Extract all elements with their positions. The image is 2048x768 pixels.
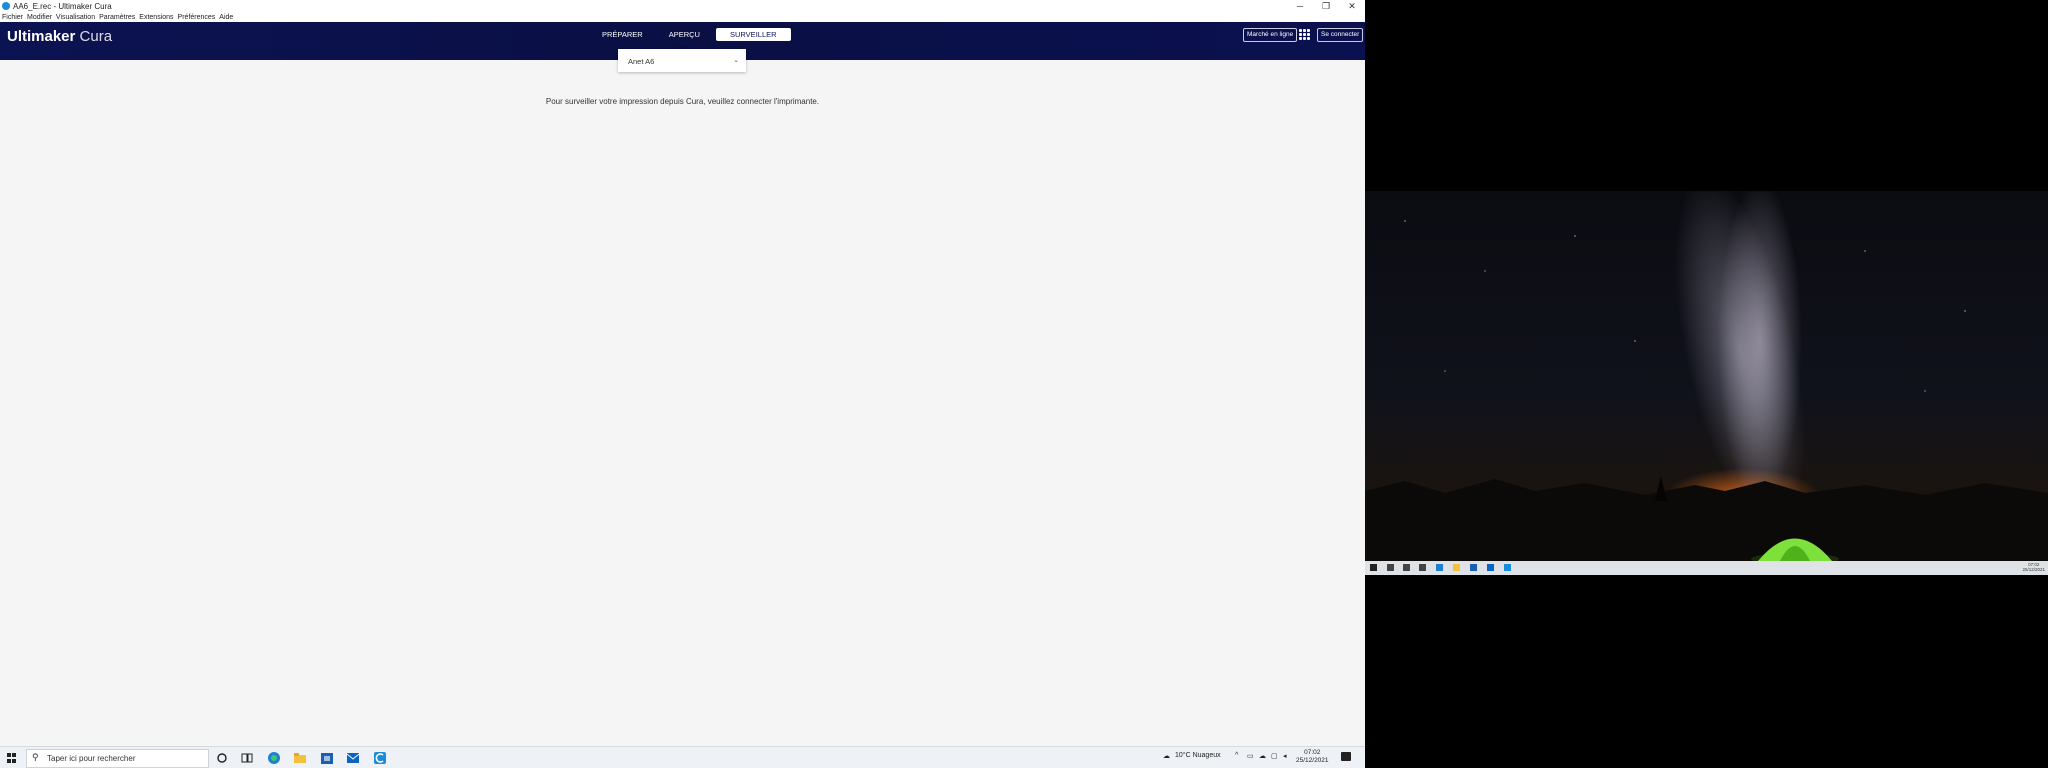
secondary-screen: 07:02 25/12/2021 [1365,0,2048,768]
mini-taskview-icon[interactable] [1419,564,1426,571]
marketplace-button[interactable]: Marché en ligne [1243,28,1298,42]
mini-cortana-icon[interactable] [1403,564,1410,571]
cortana-icon[interactable] [215,751,229,765]
weather-icon[interactable]: ☁ [1163,752,1170,760]
mini-edge-icon[interactable] [1436,564,1443,571]
menu-bar: Fichier Modifier Visualisation Paramètre… [0,12,1365,22]
mountain-silhouette [1365,476,2048,561]
mini-clock[interactable]: 07:02 25/12/2021 [2022,562,2045,572]
ultimaker-cura-logo: Ultimaker Cura [7,28,113,45]
menu-visualisation[interactable]: Visualisation [56,14,95,21]
tab-apercu[interactable]: APERÇU [659,28,710,41]
menu-parametres[interactable]: Paramètres [99,14,135,21]
title-bar: AA6_E.rec - Ultimaker Cura ─ ❐ ✕ [0,0,1365,12]
menu-preferences[interactable]: Préférences [178,14,216,21]
printer-name: Anet A6 [628,57,655,66]
secondary-taskbar: 07:02 25/12/2021 [1365,561,2048,575]
window-controls: ─ ❐ ✕ [1287,0,1365,12]
stage-tabs: PRÉPARER APERÇU SURVEILLER [592,28,797,41]
primary-screen: AA6_E.rec - Ultimaker Cura ─ ❐ ✕ Fichier… [0,0,1365,768]
menu-extensions[interactable]: Extensions [139,14,173,21]
windows-start-icon[interactable] [7,753,17,763]
mini-start-icon[interactable] [1370,564,1377,571]
cloud-icon[interactable]: ☁ [1259,752,1266,760]
desktop-wallpaper [1365,191,2048,561]
mini-cura-icon[interactable] [1504,564,1511,571]
menu-aide[interactable]: Aide [219,14,233,21]
taskbar: ⚲ Taper ici pour rechercher ☁ 10°C Nuage… [0,746,1365,768]
edge-icon[interactable] [267,751,281,765]
tab-preparer[interactable]: PRÉPARER [592,28,653,41]
weather-text[interactable]: 10°C Nuageux [1175,752,1221,759]
window-title: AA6_E.rec - Ultimaker Cura [13,1,112,11]
mail-icon[interactable] [346,751,360,765]
notification-icon[interactable] [1341,752,1351,761]
display-icon[interactable]: ▢ [1271,752,1278,760]
printer-selector[interactable]: Anet A6 ⌄ [618,49,746,72]
tab-surveiller[interactable]: SURVEILLER [715,28,791,41]
mini-explorer-icon[interactable] [1453,564,1460,571]
mini-search-icon[interactable] [1387,564,1394,571]
apps-grid-icon[interactable] [1299,29,1310,40]
mini-store-icon[interactable] [1470,564,1477,571]
close-button[interactable]: ✕ [1339,0,1365,12]
menu-fichier[interactable]: Fichier [2,14,23,21]
chevron-down-icon: ⌄ [733,57,739,64]
menu-modifier[interactable]: Modifier [27,14,52,21]
file-explorer-icon[interactable] [293,751,307,765]
tent-image [1751,538,1839,561]
store-icon[interactable] [320,751,334,765]
volume-icon[interactable]: ◂ [1283,752,1287,760]
search-icon: ⚲ [32,752,39,762]
taskbar-clock[interactable]: 07:02 25/12/2021 [1296,749,1329,765]
mini-mail-icon[interactable] [1487,564,1494,571]
network-icon[interactable]: ▭ [1247,752,1254,760]
signin-button[interactable]: Se connecter [1317,28,1364,42]
task-view-icon[interactable] [240,751,254,765]
monitor-message: Pour surveiller votre impression depuis … [545,97,820,106]
taskbar-search-input[interactable]: ⚲ Taper ici pour rechercher [26,749,209,768]
chevron-up-icon[interactable]: ^ [1235,752,1238,759]
cura-taskbar-icon[interactable] [373,751,387,765]
minimize-button[interactable]: ─ [1287,0,1313,12]
restore-button[interactable]: ❐ [1313,0,1339,12]
cura-app-icon [2,2,10,10]
